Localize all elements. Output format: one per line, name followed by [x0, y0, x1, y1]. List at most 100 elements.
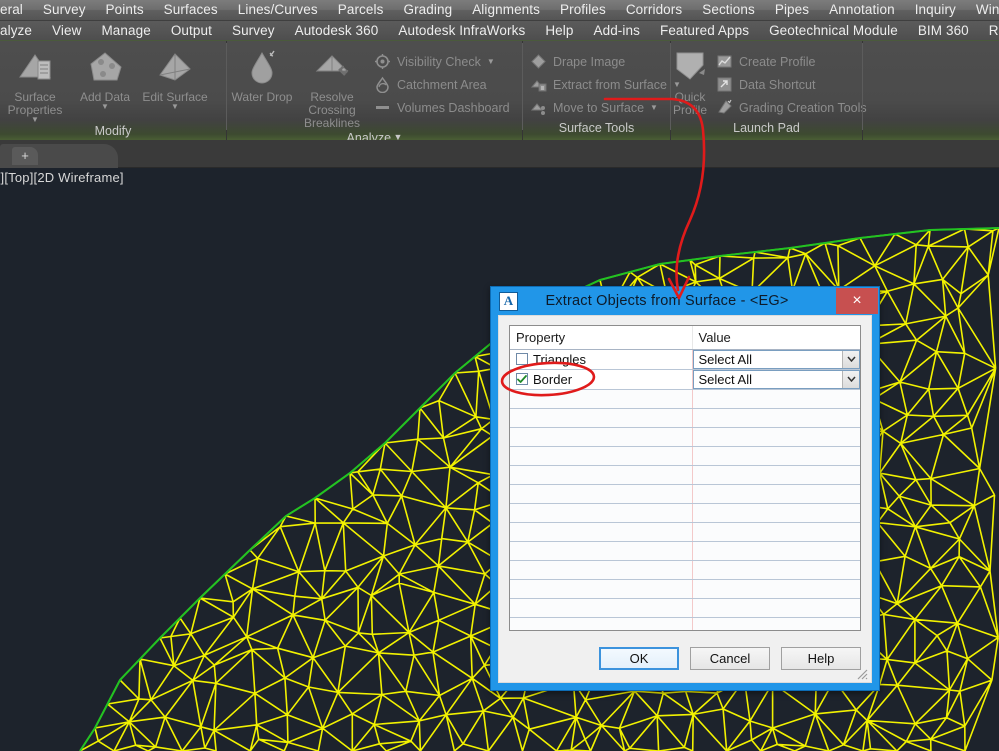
- menu-item[interactable]: Sections: [692, 0, 765, 20]
- menu-item[interactable]: View: [42, 21, 91, 40]
- menu-item[interactable]: Corridors: [616, 0, 692, 20]
- ribbon-button-resolve-crossing[interactable]: Resolve Crossing Breaklines: [297, 45, 367, 130]
- ribbon-button-extract-from-surface[interactable]: Extract from Surface ▼: [523, 73, 687, 96]
- menu-item[interactable]: Inquiry: [905, 0, 966, 20]
- menu-item[interactable]: eral: [0, 0, 33, 20]
- ribbon-button-edit-surface[interactable]: Edit Surface ▼: [140, 45, 210, 111]
- menu-item[interactable]: Window: [966, 0, 999, 20]
- ribbon-panel-title[interactable]: Launch Pad: [671, 120, 862, 140]
- menu-item[interactable]: Featured Apps: [650, 21, 759, 40]
- menu-item[interactable]: River: [979, 21, 999, 40]
- table-row-empty[interactable]: [510, 465, 860, 485]
- table-row-empty[interactable]: [510, 503, 860, 523]
- ribbon-button-create-profile[interactable]: Create Profile: [709, 50, 873, 73]
- table-row[interactable]: Triangles Select All: [510, 349, 860, 370]
- chevron-down-icon[interactable]: ▼: [391, 132, 403, 140]
- chevron-down-icon[interactable]: ▼: [101, 103, 109, 111]
- value-dropdown[interactable]: Select All: [692, 349, 860, 369]
- menu-item[interactable]: Lines/Curves: [228, 0, 328, 20]
- ribbon-button-add-data[interactable]: Add Data ▼: [70, 45, 140, 111]
- table-row-empty[interactable]: [510, 560, 860, 580]
- menu-item[interactable]: Survey: [33, 0, 96, 20]
- table-row-empty[interactable]: [510, 522, 860, 542]
- table-row-empty[interactable]: [510, 446, 860, 466]
- ribbon-button-grading-creation-tools[interactable]: Grading Creation Tools: [709, 96, 873, 119]
- help-button[interactable]: Help: [781, 647, 861, 670]
- data-shortcut-icon: [715, 76, 733, 94]
- table-row-empty[interactable]: [510, 617, 860, 630]
- cell-value: [692, 465, 860, 485]
- chevron-down-icon[interactable]: ▼: [171, 103, 179, 111]
- ribbon-panel-title[interactable]: Surface Tools: [523, 120, 670, 140]
- ok-button[interactable]: OK: [599, 647, 679, 670]
- create-profile-icon: [715, 53, 733, 71]
- property-label: Border: [533, 371, 573, 387]
- ribbon-button-label: Drape Image: [553, 54, 626, 69]
- menu-item[interactable]: alyze: [0, 21, 42, 40]
- table-row-empty[interactable]: [510, 389, 860, 409]
- ribbon-button-visibility-check[interactable]: Visibility Check ▼: [367, 50, 516, 73]
- viewport-label: -][Top][2D Wireframe]: [0, 170, 124, 185]
- checkbox-unchecked-icon[interactable]: [516, 353, 528, 365]
- menu-item[interactable]: Points: [96, 0, 154, 20]
- chevron-down-icon[interactable]: ▼: [487, 57, 495, 66]
- table-row-empty[interactable]: [510, 408, 860, 428]
- menu-item[interactable]: Annotation: [819, 0, 905, 20]
- move-to-surface-icon: [529, 99, 547, 117]
- menu-item[interactable]: Alignments: [462, 0, 550, 20]
- menu-item[interactable]: Survey: [222, 21, 285, 40]
- dialog-button-bar: OK Cancel Help: [509, 647, 861, 670]
- ribbon-button-move-to-surface[interactable]: Move to Surface ▼: [523, 96, 687, 119]
- ribbon-panel-title[interactable]: Modify: [0, 123, 226, 140]
- chevron-down-icon[interactable]: [842, 350, 859, 368]
- chevron-down-icon[interactable]: [842, 370, 859, 388]
- cell-property: [510, 465, 693, 485]
- chevron-down-icon[interactable]: ▼: [650, 103, 658, 112]
- table-row-empty[interactable]: [510, 541, 860, 561]
- value-dropdown[interactable]: Select All: [692, 369, 860, 389]
- menu-item[interactable]: Geotechnical Module: [759, 21, 908, 40]
- quick-profile-icon: [671, 47, 709, 88]
- ribbon-button-data-shortcut[interactable]: Data Shortcut: [709, 73, 873, 96]
- table-row-empty[interactable]: [510, 598, 860, 618]
- ribbon-button-drape-image[interactable]: Drape Image: [523, 50, 687, 73]
- autocad-civil3d-window: eral Survey Points Surfaces Lines/Curves Parc…: [0, 0, 999, 751]
- menu-item[interactable]: Autodesk 360: [285, 21, 389, 40]
- cell-property: [510, 541, 693, 561]
- resolve-crossing-breaklines-icon: [313, 47, 351, 88]
- menu-item[interactable]: Manage: [91, 21, 160, 40]
- ribbon-panel-body: Quick Profile Create Profile Data Shortcut G…: [671, 41, 867, 120]
- ribbon-button-catchment-area[interactable]: Catchment Area: [367, 73, 516, 96]
- menu-item[interactable]: Parcels: [328, 0, 394, 20]
- table-row-empty[interactable]: [510, 484, 860, 504]
- menu-item[interactable]: Surfaces: [154, 0, 228, 20]
- ribbon-button-water-drop[interactable]: Water Drop: [227, 45, 297, 104]
- ribbon-button-surface[interactable]: Surface Properties ▼: [0, 45, 70, 124]
- ribbon-button-volumes-dashboard[interactable]: Volumes Dashboard: [367, 96, 516, 119]
- cancel-button[interactable]: Cancel: [690, 647, 770, 670]
- resize-grip-icon[interactable]: [854, 666, 868, 680]
- menu-item[interactable]: BIM 360: [908, 21, 979, 40]
- new-tab-button[interactable]: +: [12, 147, 38, 165]
- menu-item[interactable]: Help: [535, 21, 583, 40]
- ribbon-button-quick[interactable]: Quick Profile: [671, 45, 709, 117]
- ribbon-panel-title[interactable]: Analyze ▼: [227, 130, 522, 140]
- property-grid[interactable]: Property Value Triangles Select All Border…: [509, 325, 861, 631]
- menu-item[interactable]: Autodesk InfraWorks: [388, 21, 535, 40]
- water-drop-icon: [243, 47, 281, 88]
- ribbon-button-label-2: Breaklines: [303, 116, 361, 130]
- dialog-titlebar[interactable]: A Extract Objects from Surface - <EG> ×: [491, 287, 879, 315]
- menu-item[interactable]: Grading: [393, 0, 462, 20]
- cell-value: Select All: [692, 369, 860, 390]
- menu-item[interactable]: Output: [161, 21, 222, 40]
- table-row-empty[interactable]: [510, 427, 860, 447]
- extract-objects-dialog[interactable]: A Extract Objects from Surface - <EG> × …: [490, 286, 880, 691]
- menu-item[interactable]: Add-ins: [583, 21, 649, 40]
- table-row[interactable]: Border Select All: [510, 369, 860, 390]
- close-icon[interactable]: ×: [836, 288, 878, 314]
- table-row-empty[interactable]: [510, 579, 860, 599]
- add-data-icon: [86, 47, 124, 88]
- checkbox-checked-icon[interactable]: [516, 373, 528, 385]
- menu-item[interactable]: Profiles: [550, 0, 616, 20]
- menu-item[interactable]: Pipes: [765, 0, 819, 20]
